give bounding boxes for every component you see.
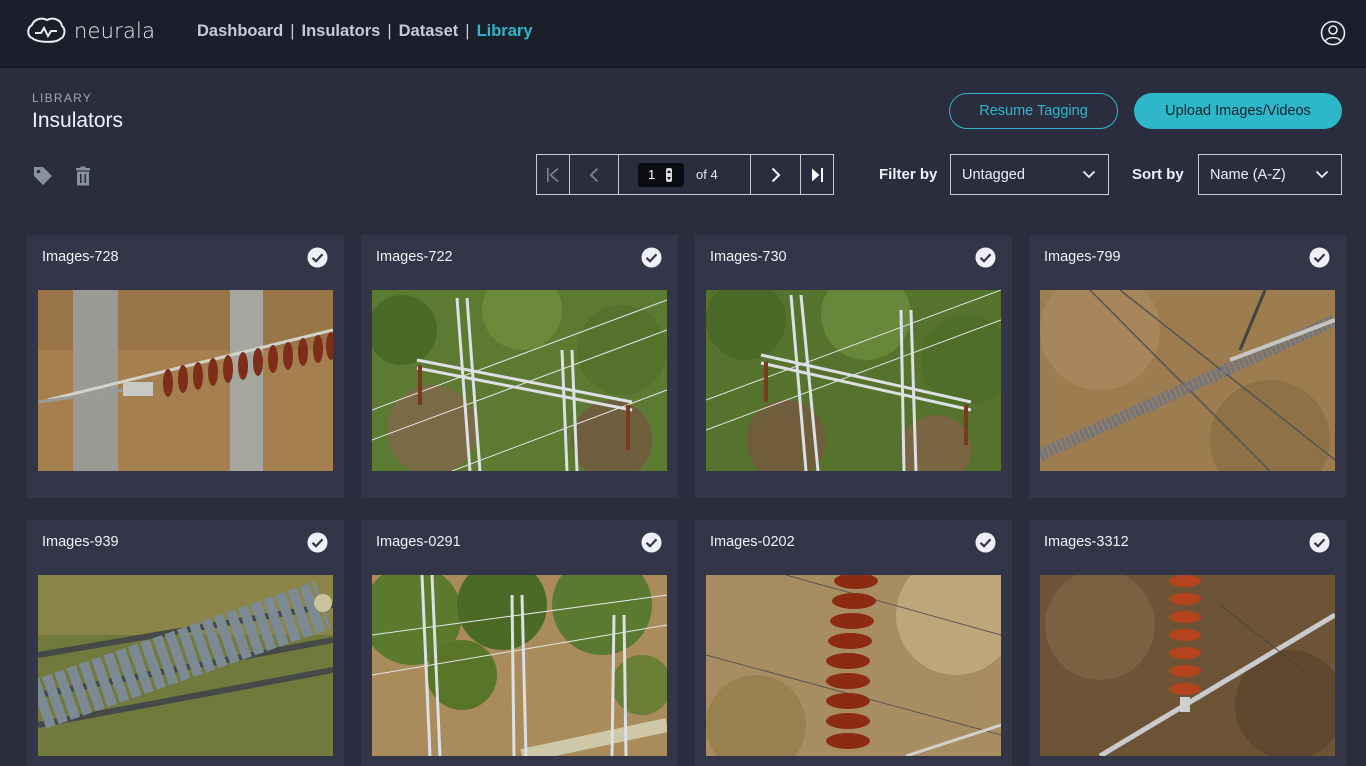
first-page-icon	[547, 167, 559, 182]
first-page-button[interactable]	[537, 155, 570, 194]
check-circle-icon[interactable]	[307, 532, 328, 553]
sort-by-label: Sort by	[1132, 166, 1184, 183]
chevron-left-icon	[589, 167, 599, 182]
image-card[interactable]: Images-799	[1029, 235, 1346, 498]
page-stepper-icon[interactable]	[666, 167, 673, 182]
image-card-title: Images-722	[376, 249, 453, 265]
image-thumbnail[interactable]	[1040, 290, 1335, 471]
image-thumbnail[interactable]	[372, 575, 667, 756]
chevron-down-icon	[1082, 170, 1096, 179]
upload-images-button[interactable]: Upload Images/Videos	[1134, 93, 1342, 129]
image-thumbnail[interactable]	[372, 290, 667, 471]
check-circle-icon[interactable]	[975, 532, 996, 553]
image-card[interactable]: Images-939	[27, 520, 344, 766]
brain-logo-icon	[27, 17, 66, 43]
check-circle-icon[interactable]	[641, 247, 662, 268]
chevron-right-icon	[771, 167, 780, 182]
image-card-title: Images-0202	[710, 534, 795, 550]
filter-select[interactable]: Untagged	[950, 154, 1109, 195]
image-card[interactable]: Images-3312	[1029, 520, 1346, 766]
pagination: 1 of 4	[536, 154, 834, 195]
image-card-title: Images-0291	[376, 534, 461, 550]
top-nav-bar: neurala Dashboard | Insulators | Dataset…	[0, 0, 1366, 68]
insulator-photo	[706, 575, 1001, 756]
insulator-photo	[1040, 575, 1335, 756]
check-circle-icon[interactable]	[307, 247, 328, 268]
image-thumbnail[interactable]	[706, 575, 1001, 756]
sort-selected-value: Name (A-Z)	[1210, 166, 1286, 183]
check-circle-icon[interactable]	[1309, 247, 1330, 268]
brand-name: neurala	[74, 19, 156, 43]
nav-dashboard[interactable]: Dashboard	[197, 22, 283, 41]
tag-icon[interactable]	[32, 165, 54, 187]
page-breadcrumb: LIBRARY	[32, 91, 93, 105]
breadcrumb-nav: Dashboard | Insulators | Dataset | Libra…	[197, 22, 533, 41]
page-title: Insulators	[32, 109, 124, 132]
filter-selected-value: Untagged	[962, 166, 1025, 183]
current-page-value: 1	[648, 167, 656, 182]
image-card[interactable]: Images-730	[695, 235, 1012, 498]
sort-select[interactable]: Name (A-Z)	[1198, 154, 1342, 195]
page-total-label: of 4	[696, 167, 718, 182]
nav-separator: |	[290, 22, 295, 40]
image-thumbnail[interactable]	[38, 575, 333, 756]
transmission-tower-photo	[372, 290, 667, 471]
chevron-down-icon	[1315, 170, 1329, 179]
filter-by-label: Filter by	[879, 166, 938, 183]
nav-separator: |	[465, 22, 470, 40]
insulator-photo	[1040, 290, 1335, 471]
page-number-input[interactable]: 1	[638, 162, 684, 187]
last-page-button[interactable]	[801, 155, 833, 194]
nav-dataset[interactable]: Dataset	[399, 22, 459, 41]
user-account-icon[interactable]	[1320, 20, 1346, 46]
insulator-photo	[38, 290, 333, 471]
trash-icon[interactable]	[72, 165, 94, 187]
neurala-logo[interactable]: neurala	[26, 16, 155, 46]
image-card-title: Images-728	[42, 249, 119, 265]
last-page-icon	[812, 167, 823, 182]
image-card-title: Images-799	[1044, 249, 1121, 265]
image-card-title: Images-939	[42, 534, 119, 550]
image-card[interactable]: Images-0291	[361, 520, 678, 766]
nav-library[interactable]: Library	[477, 22, 533, 41]
image-thumbnail[interactable]	[706, 290, 1001, 471]
previous-page-button[interactable]	[570, 155, 619, 194]
insulator-photo	[38, 575, 333, 756]
nav-insulators[interactable]: Insulators	[301, 22, 380, 41]
image-card-title: Images-730	[710, 249, 787, 265]
resume-tagging-button[interactable]: Resume Tagging	[949, 93, 1118, 129]
nav-separator: |	[387, 22, 392, 40]
next-page-button[interactable]	[751, 155, 801, 194]
transmission-tower-photo	[706, 290, 1001, 471]
check-circle-icon[interactable]	[975, 247, 996, 268]
image-thumbnail[interactable]	[38, 290, 333, 471]
check-circle-icon[interactable]	[1309, 532, 1330, 553]
image-thumbnail[interactable]	[1040, 575, 1335, 756]
page-indicator: 1 of 4	[619, 155, 751, 194]
transmission-tower-photo	[372, 575, 667, 756]
image-card[interactable]: Images-0202	[695, 520, 1012, 766]
section-divider	[0, 214, 1366, 215]
image-card-title: Images-3312	[1044, 534, 1129, 550]
image-card[interactable]: Images-722	[361, 235, 678, 498]
check-circle-icon[interactable]	[641, 532, 662, 553]
image-card[interactable]: Images-728	[27, 235, 344, 498]
